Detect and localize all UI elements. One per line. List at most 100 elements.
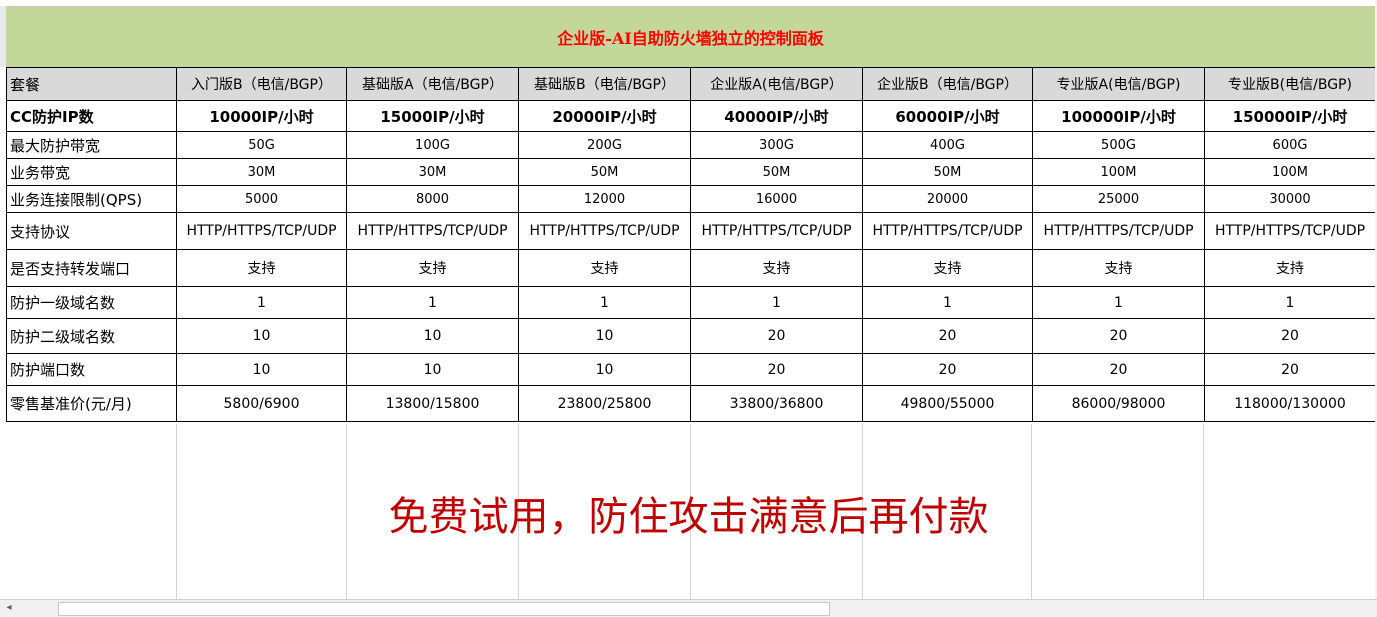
table-cell[interactable]: 20 bbox=[690, 353, 863, 386]
table-cell[interactable]: 600G bbox=[1204, 131, 1376, 159]
row-label[interactable]: 最大防护带宽 bbox=[6, 131, 177, 159]
table-row: CC防护IP数 10000IP/小时 15000IP/小时 20000IP/小时… bbox=[6, 100, 1376, 132]
table-cell[interactable]: 10 bbox=[176, 353, 347, 386]
table-cell[interactable]: 20 bbox=[1032, 353, 1205, 386]
table-cell[interactable]: 20 bbox=[1204, 353, 1376, 386]
table-cell[interactable]: 1 bbox=[518, 286, 691, 319]
table-cell[interactable]: 5000 bbox=[176, 185, 347, 213]
header-cell-plan[interactable]: 企业版A(电信/BGP） bbox=[690, 67, 863, 101]
table-cell[interactable]: 30M bbox=[176, 158, 347, 186]
table-cell[interactable]: 8000 bbox=[346, 185, 519, 213]
table-row: 防护端口数 10 10 10 20 20 20 20 bbox=[6, 353, 1376, 386]
title-banner[interactable]: 企业版-AI自助防火墙独立的控制面板 bbox=[6, 6, 1375, 68]
table-cell[interactable]: 150000IP/小时 bbox=[1204, 100, 1376, 132]
table-cell[interactable]: 支持 bbox=[1032, 249, 1205, 287]
horizontal-scrollbar[interactable]: ◂ bbox=[0, 599, 1377, 617]
table-cell[interactable]: 支持 bbox=[862, 249, 1033, 287]
scrollbar-thumb[interactable] bbox=[58, 602, 830, 616]
table-cell[interactable]: 10 bbox=[176, 318, 347, 354]
header-cell-package[interactable]: 套餐 bbox=[6, 67, 177, 101]
table-cell[interactable]: 1 bbox=[862, 286, 1033, 319]
table-cell[interactable]: 100M bbox=[1032, 158, 1205, 186]
table-cell[interactable]: 30M bbox=[346, 158, 519, 186]
table-cell[interactable]: 10000IP/小时 bbox=[176, 100, 347, 132]
table-cell[interactable]: 200G bbox=[518, 131, 691, 159]
table-cell[interactable]: HTTP/HTTPS/TCP/UDP bbox=[862, 212, 1033, 250]
header-cell-plan[interactable]: 专业版B(电信/BGP) bbox=[1204, 67, 1376, 101]
table-cell[interactable]: 20 bbox=[1032, 318, 1205, 354]
table-cell[interactable]: 支持 bbox=[1204, 249, 1376, 287]
table-cell[interactable]: 1 bbox=[176, 286, 347, 319]
table-cell[interactable]: 60000IP/小时 bbox=[862, 100, 1033, 132]
table-cell[interactable]: 20000IP/小时 bbox=[518, 100, 691, 132]
scroll-left-icon[interactable]: ◂ bbox=[2, 601, 16, 615]
table-cell[interactable]: HTTP/HTTPS/TCP/UDP bbox=[1204, 212, 1376, 250]
table-cell[interactable]: 100M bbox=[1204, 158, 1376, 186]
table-cell[interactable]: HTTP/HTTPS/TCP/UDP bbox=[346, 212, 519, 250]
table-cell[interactable]: 118000/130000 bbox=[1204, 385, 1376, 422]
table-row: 最大防护带宽 50G 100G 200G 300G 400G 500G 600G bbox=[6, 131, 1376, 159]
table-row: 防护一级域名数 1 1 1 1 1 1 1 bbox=[6, 286, 1376, 319]
row-label[interactable]: 防护二级域名数 bbox=[6, 318, 177, 354]
table-cell[interactable]: 50M bbox=[862, 158, 1033, 186]
table-row: 防护二级域名数 10 10 10 20 20 20 20 bbox=[6, 318, 1376, 354]
table-cell[interactable]: 16000 bbox=[690, 185, 863, 213]
table-cell[interactable]: 25000 bbox=[1032, 185, 1205, 213]
promo-text: 免费试用，防住攻击满意后再付款 bbox=[0, 484, 1377, 542]
table-cell[interactable]: 50M bbox=[690, 158, 863, 186]
table-cell[interactable]: 1 bbox=[690, 286, 863, 319]
table-cell[interactable]: 支持 bbox=[690, 249, 863, 287]
row-label[interactable]: 是否支持转发端口 bbox=[6, 249, 177, 287]
table-cell[interactable]: 10 bbox=[346, 318, 519, 354]
table-cell[interactable]: 5800/6900 bbox=[176, 385, 347, 422]
row-label[interactable]: 防护一级域名数 bbox=[6, 286, 177, 319]
header-cell-plan[interactable]: 基础版B（电信/BGP） bbox=[518, 67, 691, 101]
table-cell[interactable]: 13800/15800 bbox=[346, 385, 519, 422]
table-cell[interactable]: 49800/55000 bbox=[862, 385, 1033, 422]
table-cell[interactable]: 33800/36800 bbox=[690, 385, 863, 422]
row-label[interactable]: 业务连接限制(QPS) bbox=[6, 185, 177, 213]
table-cell[interactable]: 10 bbox=[346, 353, 519, 386]
table-cell[interactable]: 1 bbox=[1204, 286, 1376, 319]
row-label[interactable]: 防护端口数 bbox=[6, 353, 177, 386]
table-cell[interactable]: 20 bbox=[1204, 318, 1376, 354]
table-cell[interactable]: HTTP/HTTPS/TCP/UDP bbox=[690, 212, 863, 250]
table-cell[interactable]: 1 bbox=[1032, 286, 1205, 319]
table-cell[interactable]: 支持 bbox=[176, 249, 347, 287]
table-cell[interactable]: 10 bbox=[518, 318, 691, 354]
table-cell[interactable]: 400G bbox=[862, 131, 1033, 159]
table-cell[interactable]: HTTP/HTTPS/TCP/UDP bbox=[1032, 212, 1205, 250]
table-cell[interactable]: 23800/25800 bbox=[518, 385, 691, 422]
table-cell[interactable]: 100G bbox=[346, 131, 519, 159]
table-cell[interactable]: 1 bbox=[346, 286, 519, 319]
header-cell-plan[interactable]: 基础版A（电信/BGP） bbox=[346, 67, 519, 101]
table-cell[interactable]: 100000IP/小时 bbox=[1032, 100, 1205, 132]
header-cell-plan[interactable]: 专业版A(电信/BGP) bbox=[1032, 67, 1205, 101]
table-cell[interactable]: 12000 bbox=[518, 185, 691, 213]
table-cell[interactable]: 15000IP/小时 bbox=[346, 100, 519, 132]
table-cell[interactable]: 支持 bbox=[518, 249, 691, 287]
table-cell[interactable]: 50G bbox=[176, 131, 347, 159]
header-cell-plan[interactable]: 入门版B（电信/BGP） bbox=[176, 67, 347, 101]
table-cell[interactable]: 86000/98000 bbox=[1032, 385, 1205, 422]
table-cell[interactable]: 10 bbox=[518, 353, 691, 386]
header-cell-plan[interactable]: 企业版B（电信/BGP） bbox=[862, 67, 1033, 101]
table-cell[interactable]: 300G bbox=[690, 131, 863, 159]
table-cell[interactable]: 20 bbox=[862, 318, 1033, 354]
table-cell[interactable]: 支持 bbox=[346, 249, 519, 287]
row-label[interactable]: CC防护IP数 bbox=[6, 100, 177, 132]
table-cell[interactable]: 500G bbox=[1032, 131, 1205, 159]
table-cell[interactable]: HTTP/HTTPS/TCP/UDP bbox=[518, 212, 691, 250]
table-cell[interactable]: 40000IP/小时 bbox=[690, 100, 863, 132]
table-cell[interactable]: 20 bbox=[690, 318, 863, 354]
row-label[interactable]: 支持协议 bbox=[6, 212, 177, 250]
table-row: 业务连接限制(QPS) 5000 8000 12000 16000 20000 … bbox=[6, 185, 1376, 213]
row-label[interactable]: 零售基准价(元/月) bbox=[6, 385, 177, 422]
table-cell[interactable]: HTTP/HTTPS/TCP/UDP bbox=[176, 212, 347, 250]
row-label[interactable]: 业务带宽 bbox=[6, 158, 177, 186]
table-row: 是否支持转发端口 支持 支持 支持 支持 支持 支持 支持 bbox=[6, 249, 1376, 287]
table-cell[interactable]: 20 bbox=[862, 353, 1033, 386]
table-cell[interactable]: 30000 bbox=[1204, 185, 1376, 213]
table-cell[interactable]: 20000 bbox=[862, 185, 1033, 213]
table-cell[interactable]: 50M bbox=[518, 158, 691, 186]
